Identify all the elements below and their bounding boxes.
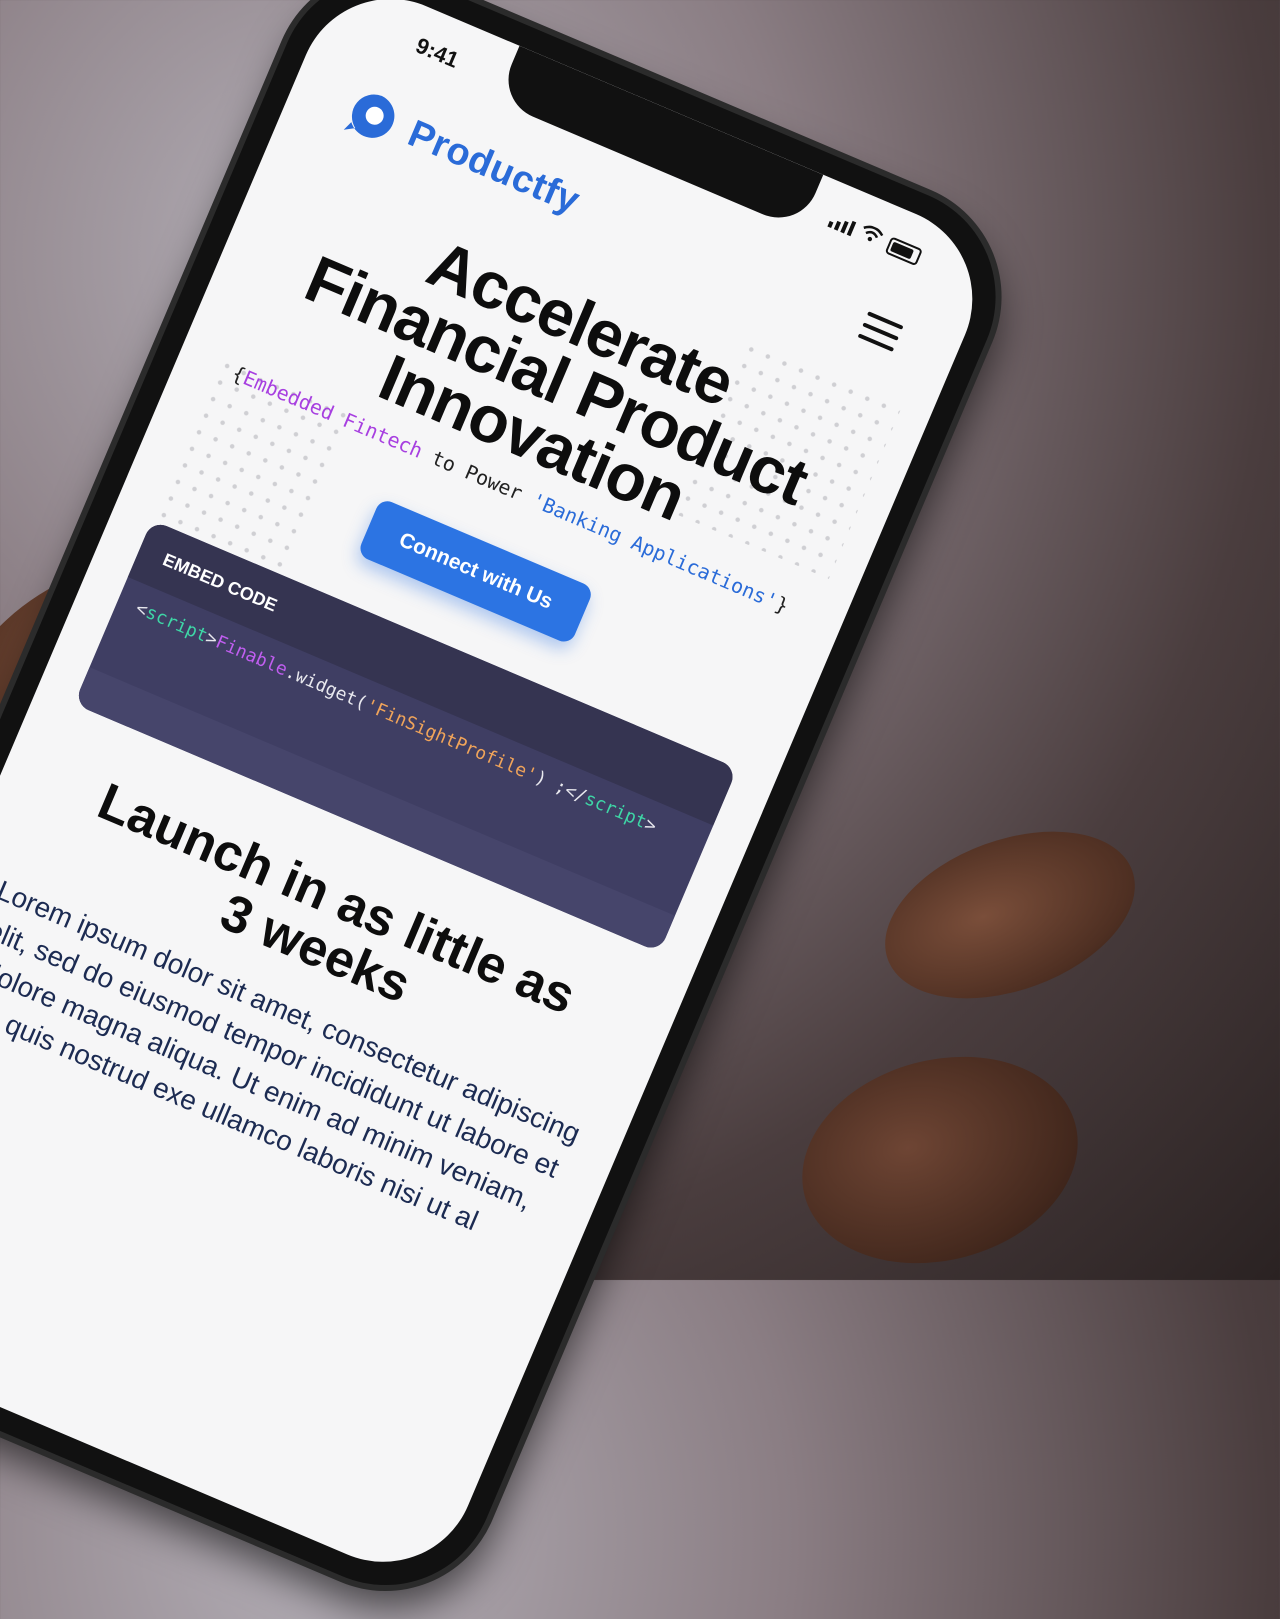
hand-finger	[778, 1027, 1102, 1293]
signal-icon	[827, 213, 857, 237]
hero-title: Accelerate Financial Product Innovation	[295, 225, 819, 535]
status-time: 9:41	[412, 32, 463, 73]
status-icons	[826, 210, 924, 267]
battery-icon	[884, 235, 924, 266]
phone-frame: 9:41 Productfy Accelerate Financial Prod…	[0, 0, 1030, 1619]
phone-screen: 9:41 Productfy Accelerate Financial Prod…	[0, 0, 1001, 1591]
productfy-logo-icon	[343, 94, 395, 138]
hamburger-menu-icon[interactable]	[857, 311, 904, 352]
wifi-icon	[857, 223, 885, 251]
hand-finger	[862, 800, 1158, 1030]
brand-name: Productfy	[402, 112, 586, 222]
